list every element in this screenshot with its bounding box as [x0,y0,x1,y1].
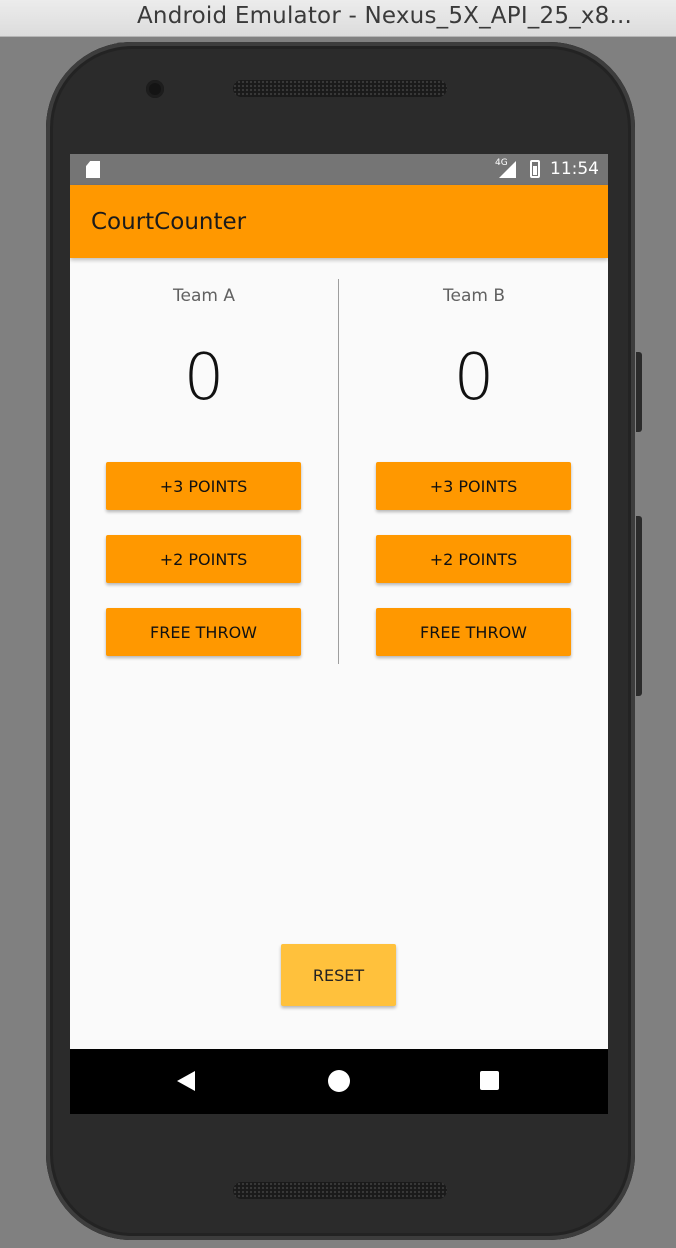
team-a-name: Team A [173,286,235,306]
team-b-plus-3-button[interactable]: +3 POINTS [376,462,571,510]
recents-icon[interactable] [480,1071,499,1090]
team-b-name: Team B [443,286,505,306]
top-speaker-grille [233,80,447,97]
bottom-speaker-grille [233,1182,447,1199]
team-b-score: 0 [453,341,495,415]
front-camera [146,80,164,98]
power-key[interactable] [636,352,642,432]
battery-icon [530,160,540,178]
sd-card-icon [86,161,100,178]
volume-key[interactable] [636,516,642,696]
emulator-titlebar: Android Emulator - Nexus_5X_API_25_x8... [0,0,676,37]
team-a-free-throw-button[interactable]: FREE THROW [106,608,301,656]
home-icon[interactable] [328,1070,350,1092]
team-b-free-throw-button[interactable]: FREE THROW [376,608,571,656]
signal-icon [499,161,516,178]
device-screen: 4G 11:54 CourtCounter Team A 0 +3 POINTS… [70,154,608,1114]
team-a-score: 0 [183,341,225,415]
team-b-plus-2-button[interactable]: +2 POINTS [376,535,571,583]
status-time: 11:54 [550,159,599,179]
back-icon[interactable] [177,1071,195,1091]
reset-button[interactable]: RESET [281,944,396,1006]
team-a-plus-3-button[interactable]: +3 POINTS [106,462,301,510]
app-title: CourtCounter [91,209,247,235]
navigation-bar [70,1049,608,1114]
app-toolbar: CourtCounter [70,185,608,258]
team-divider [338,279,339,664]
team-a-plus-2-button[interactable]: +2 POINTS [106,535,301,583]
status-bar: 4G 11:54 [70,154,608,185]
window-title: Android Emulator - Nexus_5X_API_25_x8... [137,3,633,29]
